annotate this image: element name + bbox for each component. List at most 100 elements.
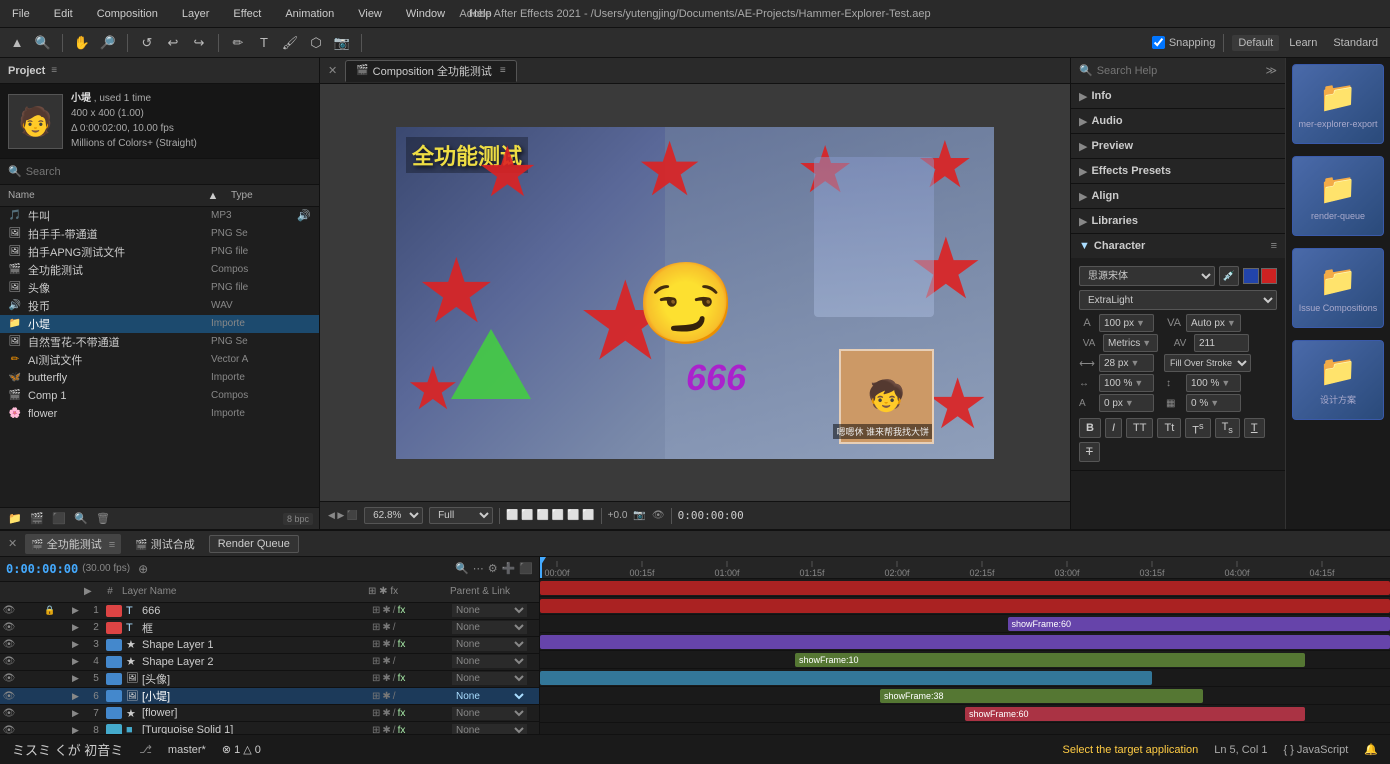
layer-3-expand[interactable]: ▶ (72, 639, 86, 650)
layer-1-parent-select[interactable]: None (452, 604, 527, 617)
character-section-header[interactable]: ▼ Character ≡ (1071, 234, 1285, 258)
menu-effect[interactable]: Effect (229, 6, 265, 22)
layer-7-vis[interactable]: 👁 (2, 708, 16, 719)
tool-pen[interactable]: ✏ (227, 32, 249, 54)
character-menu[interactable]: ≡ (1271, 240, 1277, 252)
layer-6-parent-select[interactable]: None (452, 690, 527, 703)
audio-section-header[interactable]: ▶ Audio (1071, 109, 1285, 133)
file-item-comp1[interactable]: 🎬 Comp 1 Compos (0, 387, 319, 405)
tl-bar-8[interactable]: showFrame:60 (965, 707, 1305, 721)
workspace-standard[interactable]: Standard (1327, 35, 1384, 51)
tool-redo[interactable]: ↪ (188, 32, 210, 54)
timeline-tab-main[interactable]: 🎬 全功能测试 ≡ (25, 534, 121, 554)
metrics-select-value[interactable]: Metrics ▼ (1103, 334, 1158, 352)
layer-row-6[interactable]: 👁 ▶ 6 🖼 [小堤] ⊞✱/ None (0, 688, 539, 705)
layer-1-vis[interactable]: 👁 (2, 605, 16, 616)
menu-edit[interactable]: Edit (50, 6, 77, 22)
align-section-header[interactable]: ▶ Align (1071, 184, 1285, 208)
workspace-default[interactable]: Default (1232, 35, 1279, 51)
file-item-投币[interactable]: 🔊 投币 WAV (0, 297, 319, 315)
layer-1-lock[interactable]: 🔒 (44, 605, 58, 616)
scale-h-value[interactable]: 100 % ▼ (1099, 374, 1154, 392)
render-queue-btn[interactable]: Render Queue (209, 535, 299, 553)
tool-search[interactable]: 🔍 (32, 32, 54, 54)
file-item-小堤[interactable]: 📁 小堤 Importe (0, 315, 319, 333)
italic-btn[interactable]: I (1105, 418, 1122, 438)
layer-row-2[interactable]: 👁 ▶ 2 T 框 ⊞✱/ None (0, 620, 539, 637)
file-item-雪花[interactable]: 🖼 自然雪花-不带通道 PNG Se (0, 333, 319, 351)
taller-btn[interactable]: TT (1126, 418, 1153, 438)
tl-bar-6[interactable] (540, 671, 1152, 685)
scale-v-value[interactable]: 100 % ▼ (1186, 374, 1241, 392)
layer-2-vis[interactable]: 👁 (2, 622, 16, 633)
tl-box-btn[interactable]: ⬛ (519, 562, 533, 575)
project-search-input[interactable] (26, 166, 311, 178)
tl-add-btn[interactable]: ➕ (502, 562, 516, 575)
bell-icon[interactable]: 🔔 (1364, 743, 1378, 756)
tl-close-btn[interactable]: ✕ (8, 537, 17, 550)
layer-row-5[interactable]: 👁 ▶ 5 🖼 [头像] ⊞✱/fx None (0, 671, 539, 688)
folder-item-design[interactable]: 📁 设计方案 (1292, 340, 1384, 420)
layer-row-3[interactable]: 👁 ▶ 3 ★ Shape Layer 1 ⊞✱/fx None (0, 637, 539, 654)
project-panel-options[interactable]: ≡ (51, 65, 57, 76)
trash-btn[interactable]: 🗑 (94, 510, 112, 528)
layer-2-parent-select[interactable]: None (452, 621, 527, 634)
file-item-apng[interactable]: 🖼 拍手APNG测试文件 PNG file (0, 243, 319, 261)
font-size-value[interactable]: 100 px ▼ (1099, 314, 1154, 332)
new-solid-btn[interactable]: ⬛ (50, 510, 68, 528)
search-help-input[interactable] (1097, 65, 1262, 77)
tool-undo[interactable]: ↩ (162, 32, 184, 54)
tool-camera[interactable]: 📷 (331, 32, 353, 54)
line-spacing-value[interactable]: 28 px ▼ (1099, 354, 1154, 372)
tool-brush[interactable]: 🖌 (279, 32, 301, 54)
tl-bar-4[interactable] (540, 635, 1390, 649)
file-item-头像[interactable]: 🖼 头像 PNG file (0, 279, 319, 297)
snapping-checkbox[interactable] (1152, 36, 1165, 49)
new-folder-btn[interactable]: 📁 (6, 510, 24, 528)
stroke-color-swatch[interactable] (1261, 268, 1277, 284)
fill-color-swatch[interactable] (1243, 268, 1259, 284)
layer-4-expand[interactable]: ▶ (72, 656, 86, 667)
find-btn[interactable]: 🔍 (72, 510, 90, 528)
tl-bar-3[interactable]: showFrame:60 (1008, 617, 1390, 631)
subscript-btn[interactable]: Ts (1215, 418, 1240, 438)
layer-6-vis[interactable]: 👁 (2, 691, 16, 702)
tl-options-btn[interactable]: ⋯ (473, 562, 484, 575)
menu-animation[interactable]: Animation (281, 6, 338, 22)
superscript-btn[interactable]: Ts (1185, 418, 1210, 438)
folder-item-render[interactable]: 📁 render-queue (1292, 156, 1384, 236)
tl-settings-btn[interactable]: ⚙ (488, 562, 498, 575)
tool-zoom[interactable]: 🔎 (97, 32, 119, 54)
tl-search-btn[interactable]: 🔍 (455, 562, 469, 575)
folder-item-export[interactable]: 📁 mer-explorer-export (1292, 64, 1384, 144)
tracking-value[interactable]: 211 (1194, 334, 1249, 352)
font-eyedropper[interactable]: 💉 (1219, 266, 1239, 286)
comp-tab-close[interactable]: ≡ (500, 65, 506, 76)
strikethrough-btn[interactable]: T (1079, 442, 1100, 462)
layer-7-expand[interactable]: ▶ (72, 708, 86, 719)
tl-tab-menu[interactable]: ≡ (109, 539, 115, 551)
auto-kern-value[interactable]: Auto px ▼ (1186, 314, 1241, 332)
zoom-select[interactable]: 62.8% 100% 50% 25% (364, 507, 423, 524)
tl-playhead[interactable] (540, 557, 542, 578)
tl-bar-2[interactable] (540, 599, 1390, 613)
file-item-牛叫[interactable]: 🎵 牛叫 MP3 🔊 (0, 207, 319, 225)
libraries-section-header[interactable]: ▶ Libraries (1071, 209, 1285, 233)
file-item-拍手手[interactable]: 🖼 拍手手-带通道 PNG Se (0, 225, 319, 243)
file-item-butterfly[interactable]: 🦋 butterfly Importe (0, 369, 319, 387)
file-item-ai[interactable]: ✏ AI测试文件 Vector A (0, 351, 319, 369)
tool-shape[interactable]: ⬡ (305, 32, 327, 54)
menu-view[interactable]: View (354, 6, 386, 22)
layer-6-expand[interactable]: ▶ (72, 691, 86, 702)
menu-layer[interactable]: Layer (178, 6, 214, 22)
tl-bar-5[interactable]: showFrame:10 (795, 653, 1305, 667)
comp-tab-active[interactable]: 🎬 Composition 全功能测试 ≡ (345, 60, 517, 82)
tool-text[interactable]: T (253, 32, 275, 54)
error-count[interactable]: ⊗ 1 △ 0 (222, 743, 261, 756)
font-family-select[interactable]: 思源宋体 (1079, 266, 1215, 286)
layer-row-1[interactable]: 👁 🔒 ▶ 1 T 666 ⊞✱/fx None (0, 603, 539, 620)
timeline-tab-alt[interactable]: 🎬 测试合成 (129, 534, 201, 554)
layer-4-parent-select[interactable]: None (452, 655, 527, 668)
small-cap-btn[interactable]: Tt (1157, 418, 1181, 438)
tl-bar-7[interactable]: showFrame:38 (880, 689, 1203, 703)
